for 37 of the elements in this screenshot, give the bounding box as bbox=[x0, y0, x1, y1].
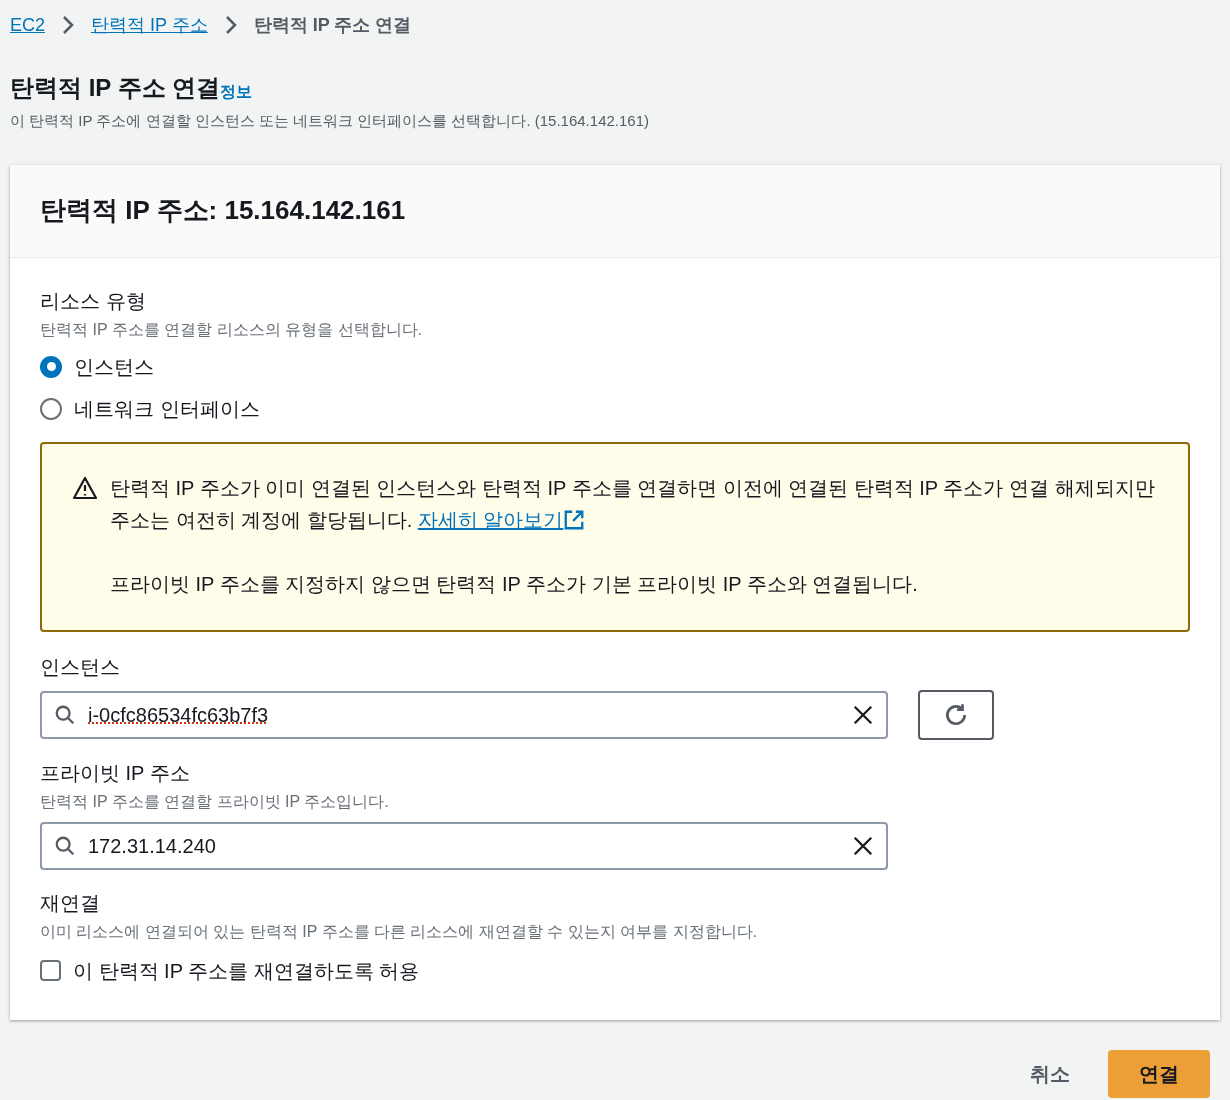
radio-label: 네트워크 인터페이스 bbox=[74, 396, 260, 422]
search-field[interactable]: i-0cfc86534fc63b7f3 bbox=[40, 690, 888, 739]
field-label: 재연결 bbox=[40, 890, 101, 916]
learn-more-link[interactable]: 자세히 알아보기 bbox=[417, 503, 586, 536]
radio-button[interactable] bbox=[40, 397, 62, 420]
chevron-right-icon bbox=[223, 15, 238, 35]
close-icon[interactable] bbox=[852, 834, 874, 857]
refresh-icon bbox=[943, 701, 969, 728]
search-field[interactable]: 172.31.14.240 bbox=[40, 821, 888, 870]
submit-button[interactable]: 연결 bbox=[1108, 1049, 1210, 1098]
field-label: 리소스 유형 bbox=[40, 288, 147, 314]
checkbox[interactable] bbox=[40, 960, 61, 981]
close-icon[interactable] bbox=[852, 703, 874, 726]
cancel-button[interactable]: 취소 bbox=[1022, 1049, 1078, 1098]
radio-label: 인스턴스 bbox=[74, 354, 154, 380]
radio-button[interactable] bbox=[40, 355, 62, 378]
chevron-right-icon bbox=[61, 15, 75, 35]
warning-icon bbox=[72, 475, 98, 500]
search-icon bbox=[54, 703, 76, 726]
search-icon bbox=[54, 834, 76, 857]
field-description: 탄력적 IP 주소를 연결할 리소스의 유형을 선택합니다. bbox=[40, 319, 423, 340]
page-description: 이 탄력적 IP 주소에 연결할 인스턴스 또는 네트워크 인터페이스를 선택합니다. (15.164.142.161) bbox=[10, 111, 650, 131]
external-link-icon bbox=[563, 508, 586, 531]
breadcrumb-link[interactable]: 탄력적 IP 주소 bbox=[91, 11, 208, 39]
refresh-button[interactable] bbox=[918, 689, 994, 740]
checkbox-label: 이 탄력적 IP 주소를 재연결하도록 허용 bbox=[73, 958, 420, 984]
field-label: 프라이빗 IP 주소 bbox=[40, 760, 191, 786]
field-description: 탄력적 IP 주소를 연결할 프라이빗 IP 주소입니다. bbox=[40, 791, 390, 812]
breadcrumb-current: 탄력적 IP 주소 연결 bbox=[253, 13, 412, 37]
card-title: 탄력적 IP 주소: 15.164.142.161 bbox=[40, 194, 406, 227]
warning-note: 프라이빗 IP 주소를 지정하지 않으면 탄력적 IP 주소가 기본 프라이빗 IP 주소와 연결됩니다. bbox=[110, 571, 919, 597]
field-label: 인스턴스 bbox=[40, 654, 121, 680]
page-title: 탄력적 IP 주소 연결 bbox=[10, 73, 221, 103]
info-link[interactable]: 정보 bbox=[220, 80, 253, 104]
field-description: 이미 리소스에 연결되어 있는 탄력적 IP 주소를 다른 리소스에 재연결할 수 있는지 여부를 지정합니다. bbox=[40, 921, 759, 942]
warning-text: 탄력적 IP 주소가 이미 연결된 인스턴스와 탄력적 IP 주소를 연결하면 이전에 연결된 탄력적 IP 주소가 연결 해제되지만 주소는 여전히 계정에 할당됩니다. 자세히 알아보기 bbox=[110, 471, 1158, 536]
breadcrumb-link[interactable]: EC2 bbox=[10, 11, 45, 39]
